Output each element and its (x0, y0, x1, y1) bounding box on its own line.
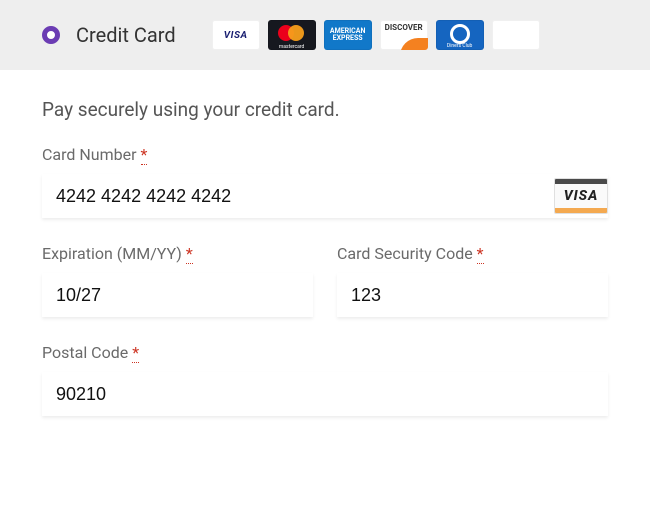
card-number-input[interactable] (42, 174, 608, 218)
payment-method-panel: Credit Card VISA mastercard AMERICANEXPR… (0, 0, 650, 482)
detected-card-brand-icon: VISA (554, 178, 608, 214)
csc-label: Card Security Code * (337, 244, 608, 263)
card-number-label: Card Number * (42, 145, 608, 164)
diners-icon: Diners Club (436, 20, 484, 50)
discover-icon: DISCOVER (380, 20, 428, 50)
payment-method-header[interactable]: Credit Card VISA mastercard AMERICANEXPR… (0, 0, 650, 70)
required-mark: * (477, 244, 484, 264)
payment-method-title: Credit Card (76, 23, 176, 47)
amex-icon: AMERICANEXPRESS (324, 20, 372, 50)
required-mark: * (141, 145, 148, 165)
csc-input[interactable] (337, 273, 608, 317)
expiration-input[interactable] (42, 273, 313, 317)
mastercard-icon: mastercard (268, 20, 316, 50)
required-mark: * (186, 244, 193, 264)
required-mark: * (132, 343, 139, 363)
postal-code-label: Postal Code * (42, 343, 608, 362)
credit-card-radio[interactable] (42, 26, 60, 44)
postal-code-input[interactable] (42, 372, 608, 416)
accepted-card-logos: VISA mastercard AMERICANEXPRESS DISCOVER… (212, 20, 540, 50)
form-subtitle: Pay securely using your credit card. (42, 98, 608, 121)
visa-icon: VISA (212, 20, 260, 50)
expiration-label: Expiration (MM/YY) * (42, 244, 313, 263)
payment-form: Pay securely using your credit card. Car… (0, 70, 650, 482)
jcb-icon (492, 20, 540, 50)
